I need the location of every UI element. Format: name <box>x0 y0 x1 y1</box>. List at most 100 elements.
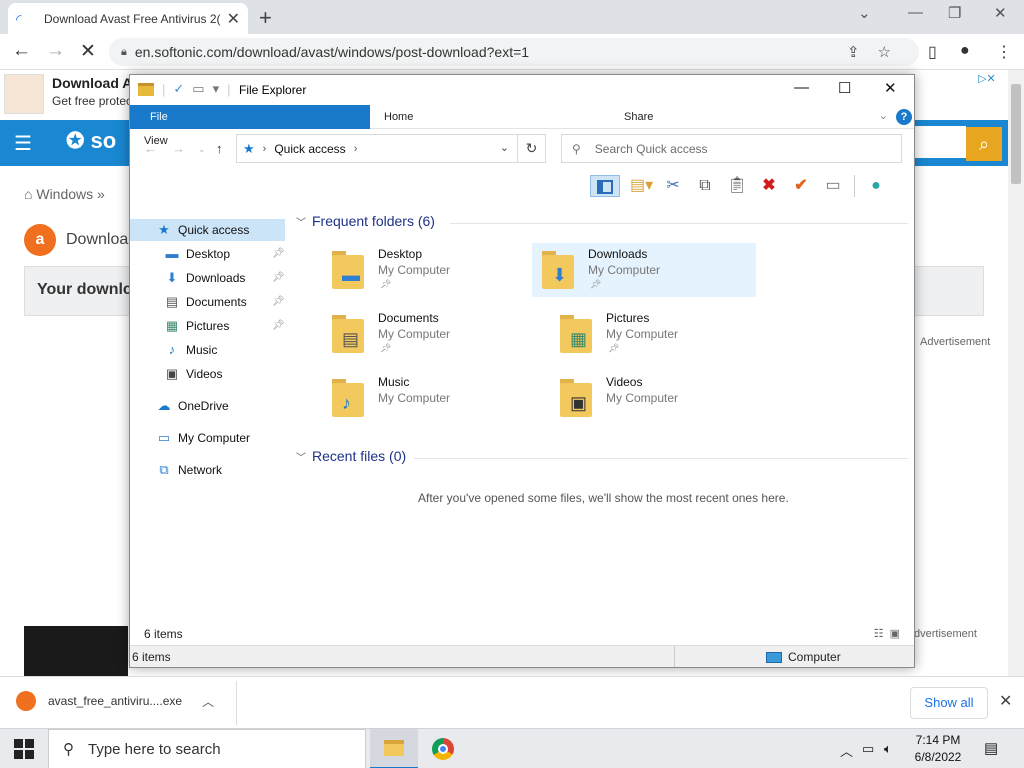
properties-icon[interactable]: ✓ <box>173 81 184 97</box>
collapse-chevron-icon[interactable]: ﹀ <box>296 218 306 229</box>
up-arrow-icon[interactable]: ↑ <box>216 141 223 156</box>
download-filename[interactable]: avast_free_antiviru....exe <box>48 694 182 708</box>
show-all-button[interactable]: Show all <box>910 687 988 719</box>
folder-tile-desktop[interactable]: ▬ Desktop My Computer 📌︎ <box>322 243 546 297</box>
forward-arrow-icon[interactable]: → <box>46 40 65 62</box>
address-box[interactable]: ★ › Quick access › ⌄ <box>236 134 518 163</box>
url-text[interactable]: en.softonic.com/download/avast/windows/p… <box>135 44 529 60</box>
nav-item-pictures[interactable]: ▦ Pictures 📌︎ <box>164 315 285 337</box>
adchoices-icon[interactable]: ▷✕ <box>978 72 996 85</box>
paste-icon[interactable]: 📋︎ <box>726 175 748 197</box>
forward-arrow-icon[interactable]: → <box>172 141 185 156</box>
nav-item-onedrive[interactable]: ☁ OneDrive <box>156 395 229 417</box>
cut-icon[interactable]: ✂ <box>662 175 684 197</box>
tab-file[interactable]: File <box>130 105 370 129</box>
network-icon[interactable]: ▭ <box>862 741 874 757</box>
help-icon[interactable]: ? <box>896 109 912 125</box>
tab-close-icon[interactable]: ✕ <box>227 9 240 29</box>
breadcrumb-chevron-icon[interactable]: › <box>263 143 267 155</box>
group-header-frequent[interactable]: ﹀ Frequent folders (6) <box>296 213 435 229</box>
rename-icon[interactable]: ▭ <box>822 175 844 197</box>
search-input[interactable]: ⚲ Search Quick access <box>561 134 902 163</box>
taskbar-search-input[interactable]: ⚲ Type here to search <box>48 729 366 768</box>
copy-icon[interactable]: ⧉ <box>694 175 716 197</box>
nav-item-downloads[interactable]: ⬇ Downloads 📌︎ <box>164 267 285 289</box>
nav-item-desktop[interactable]: ▬ Desktop 📌︎ <box>164 243 285 265</box>
ad-image[interactable] <box>24 626 128 676</box>
page-scrollbar[interactable] <box>1008 70 1024 676</box>
breadcrumb-link[interactable]: Windows » <box>36 186 104 202</box>
collapse-chevron-icon[interactable]: ﹀ <box>296 453 306 464</box>
nav-item-documents[interactable]: ▤ Documents 📌︎ <box>164 291 285 313</box>
folder-tile-videos[interactable]: ▣ Videos My Computer <box>550 371 774 425</box>
hamburger-menu-icon[interactable]: ☰ <box>14 131 32 156</box>
menu-kebab-icon[interactable]: ⋮ <box>996 42 1012 62</box>
chevron-up-icon[interactable]: ︿ <box>202 693 214 710</box>
nav-item-videos[interactable]: ▣ Videos <box>164 363 223 385</box>
folder-tile-downloads[interactable]: ⬇ Downloads My Computer 📌︎ <box>532 243 756 297</box>
profile-avatar-icon[interactable]: ● <box>960 42 970 60</box>
globe-icon[interactable]: ● <box>865 175 887 197</box>
folder-tile-documents[interactable]: ▤ Documents My Computer 📌︎ <box>322 307 546 361</box>
view-options-icon[interactable]: ▤▾ <box>630 175 653 197</box>
pin-icon[interactable]: 📌︎ <box>272 315 285 337</box>
breadcrumb-chevron-icon[interactable]: › <box>354 143 358 155</box>
nav-item-music[interactable]: ♪ Music <box>164 339 218 361</box>
refresh-button[interactable]: ↻ <box>518 134 546 163</box>
folder-icon[interactable] <box>138 82 154 96</box>
site-logo[interactable]: ✪ so <box>66 128 116 154</box>
windows-start-icon[interactable] <box>14 739 34 759</box>
site-search-input[interactable] <box>912 126 966 158</box>
group-header-recent[interactable]: ﹀ Recent files (0) <box>296 448 406 464</box>
close-shelf-icon[interactable]: ✕ <box>999 691 1012 711</box>
nav-item-quick-access[interactable]: ★ Quick access <box>130 219 285 241</box>
scrollbar-thumb[interactable] <box>1011 84 1021 184</box>
tab-home[interactable]: Home <box>370 105 610 129</box>
view-toggle-icons[interactable]: ☷▣ <box>874 627 906 640</box>
address-bar[interactable]: 🔒︎ en.softonic.com/download/avast/window… <box>109 38 919 66</box>
ad-title[interactable]: Download A <box>52 75 132 91</box>
show-hidden-icons-icon[interactable]: ︿ <box>840 741 853 760</box>
nav-item-network[interactable]: ⧉ Network <box>156 459 222 481</box>
nav-item-my-computer[interactable]: ▭ My Computer <box>156 427 250 449</box>
file-explorer-taskbar-icon[interactable] <box>370 729 418 768</box>
new-folder-icon[interactable]: ▭ <box>192 81 204 97</box>
stop-loading-icon[interactable]: ✕ <box>80 40 96 63</box>
back-arrow-icon[interactable]: ← <box>144 141 157 156</box>
notification-icon[interactable]: ▤ <box>984 739 998 757</box>
recent-locations-icon[interactable]: ⌄ <box>198 144 206 155</box>
minimize-icon[interactable]: — <box>794 79 809 96</box>
tab-search-icon[interactable]: ⌄ <box>858 4 871 22</box>
minimize-icon[interactable]: — <box>908 4 923 21</box>
back-arrow-icon[interactable]: ← <box>12 40 31 62</box>
side-panel-icon[interactable]: ▯ <box>928 42 937 62</box>
folder-tile-music[interactable]: ♪ Music My Computer <box>322 371 546 425</box>
new-tab-button[interactable]: + <box>259 5 272 31</box>
download-item[interactable]: avast_free_antiviru....exe ︿ <box>16 691 214 711</box>
close-window-button[interactable]: ✕ <box>994 4 1007 22</box>
address-dropdown-icon[interactable]: ⌄ <box>500 141 509 154</box>
maximize-icon[interactable]: ☐ <box>838 79 851 97</box>
restore-button[interactable]: ❐ <box>948 4 961 22</box>
pin-icon[interactable]: 📌︎ <box>272 267 285 289</box>
site-search-icon[interactable]: ⌕ <box>966 127 1002 161</box>
delete-icon[interactable]: ✖ <box>758 175 780 197</box>
expand-ribbon-icon[interactable]: ⌄ <box>879 109 888 122</box>
tab-share[interactable]: Share <box>610 105 850 129</box>
folder-tile-pictures[interactable]: ▦ Pictures My Computer 📌︎ <box>550 307 774 361</box>
download-heading: a Downloa <box>24 224 128 256</box>
ad-thumbnail[interactable] <box>4 74 44 114</box>
preview-pane-icon[interactable] <box>590 175 620 197</box>
taskbar-clock[interactable]: 7:14 PM 6/8/2022 <box>906 732 970 766</box>
chrome-taskbar-icon[interactable] <box>420 729 468 768</box>
browser-tab[interactable]: ◜ Download Avast Free Antivirus 2( ✕ <box>8 3 248 34</box>
omnibox-action-icons[interactable]: ⇪☆ <box>847 43 909 61</box>
pin-icon[interactable]: 📌︎ <box>272 291 285 313</box>
address-text[interactable]: Quick access <box>274 142 345 156</box>
customize-toolbar-icon[interactable]: ▾ <box>213 81 220 97</box>
close-icon[interactable]: ✕ <box>884 79 897 97</box>
checkmark-icon[interactable]: ✔ <box>790 175 812 197</box>
lock-icon[interactable]: 🔒︎ <box>121 46 127 59</box>
volume-icon[interactable]: 🔈︎ <box>884 741 892 757</box>
pin-icon[interactable]: 📌︎ <box>272 243 285 265</box>
